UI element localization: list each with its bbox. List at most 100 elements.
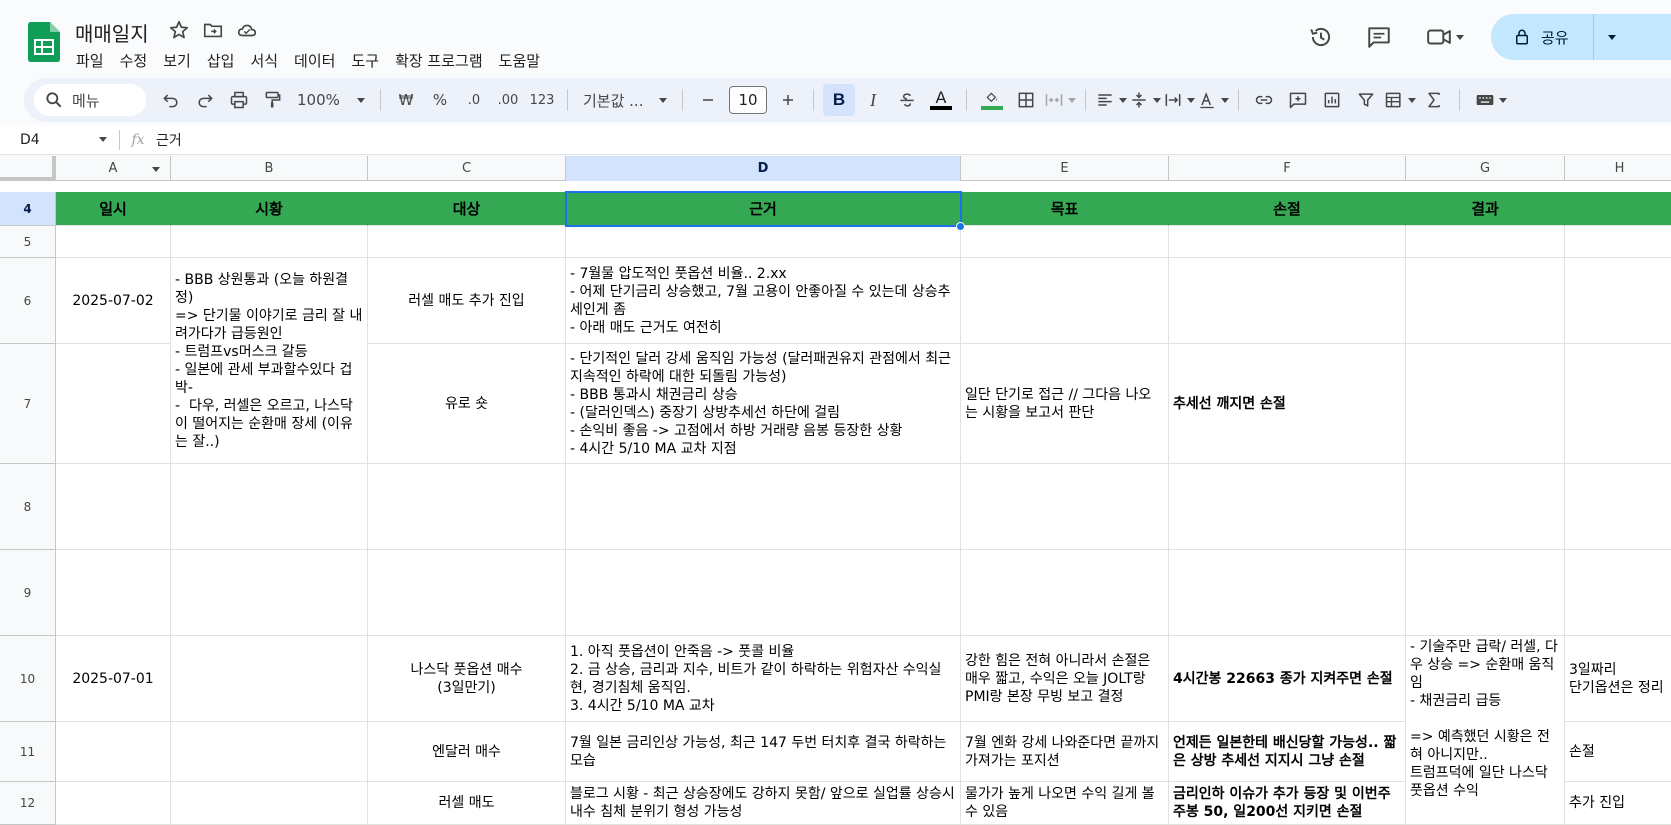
column-a-filter-chevron-icon[interactable] [152, 167, 160, 172]
zoom-select[interactable]: 100% [291, 84, 371, 116]
row-header-6[interactable]: 6 [0, 258, 56, 344]
cell-g5[interactable] [1406, 226, 1565, 258]
cell-h11[interactable]: 손절 [1565, 722, 1671, 782]
name-box[interactable]: D4 [0, 129, 120, 150]
cell-d12[interactable]: 블로그 시황 - 최근 상승장에도 강하지 못함/ 앞으로 실업률 상승시 내수… [566, 782, 961, 825]
text-wrapping-button[interactable] [1163, 84, 1195, 116]
version-history-button[interactable] [1301, 17, 1341, 57]
text-rotation-button[interactable] [1197, 84, 1229, 116]
row-header-4[interactable]: 4 [0, 192, 56, 226]
cell-b5[interactable] [171, 226, 368, 258]
menu-tools[interactable]: 도구 [343, 48, 387, 73]
cell-f10[interactable]: 4시간봉 22663 종가 지켜주면 손절 [1169, 636, 1406, 722]
cell-h9[interactable] [1565, 550, 1671, 636]
cell-f12[interactable]: 금리인하 이슈가 추가 등장 및 이번주 주봉 50, 일200선 지키면 손절 [1169, 782, 1406, 825]
cell-a7[interactable] [56, 344, 171, 464]
cell-a6[interactable]: 2025-07-02 [56, 258, 171, 344]
cloud-saved-icon[interactable] [236, 19, 258, 41]
menu-data[interactable]: 데이터 [286, 48, 343, 73]
merge-cells-button[interactable] [1044, 84, 1076, 116]
redo-button[interactable] [189, 84, 221, 116]
cell-h7[interactable] [1565, 344, 1671, 464]
menu-search[interactable]: 메뉴 [34, 84, 146, 116]
column-header-h[interactable]: H [1565, 156, 1671, 181]
column-header-b[interactable]: B [171, 156, 368, 181]
cell-g7[interactable] [1406, 344, 1565, 464]
cell-h12[interactable]: 추가 진입 [1565, 782, 1671, 825]
cell-b8[interactable] [171, 464, 368, 550]
cell-c10[interactable]: 나스닥 풋옵션 매수 (3일만기) [368, 636, 566, 722]
insert-comment-button[interactable] [1282, 84, 1314, 116]
column-header-f[interactable]: F [1169, 156, 1406, 181]
meet-button[interactable] [1417, 17, 1473, 57]
column-header-a[interactable]: A [56, 156, 171, 181]
cell-d11[interactable]: 7월 일본 금리인상 가능성, 최근 147 두번 터치후 결국 하락하는 모습 [566, 722, 961, 782]
cell-a10[interactable]: 2025-07-01 [56, 636, 171, 722]
table-button[interactable] [1384, 84, 1416, 116]
cell-a11[interactable] [56, 722, 171, 782]
cell-d7[interactable]: - 단기적인 달러 강세 움직임 가능성 (달러패권유지 관점에서 최근지속적인… [566, 344, 961, 464]
row-header-11[interactable]: 11 [0, 722, 56, 782]
insert-chart-button[interactable] [1316, 84, 1348, 116]
cell-f5[interactable] [1169, 226, 1406, 258]
cell-h8[interactable] [1565, 464, 1671, 550]
increase-decimal-button[interactable]: .00 [492, 84, 524, 116]
comments-button[interactable] [1359, 17, 1399, 57]
column-header-e[interactable]: E [961, 156, 1169, 181]
menu-extensions[interactable]: 확장 프로그램 [387, 48, 491, 73]
menu-format[interactable]: 서식 [242, 48, 286, 73]
column-header-c[interactable]: C [368, 156, 566, 181]
bold-button[interactable]: B [823, 84, 855, 116]
italic-button[interactable]: I [857, 84, 889, 116]
select-all-corner[interactable] [0, 156, 56, 181]
font-size-input[interactable]: 10 [729, 86, 767, 114]
functions-button[interactable] [1418, 84, 1450, 116]
cell-b6-merged[interactable]: - BBB 상원통과 (오늘 하원결정) => 단기물 이야기로 금리 잘 내려… [171, 258, 368, 464]
menu-edit[interactable]: 수정 [112, 48, 156, 73]
sheets-logo-icon[interactable] [28, 22, 60, 62]
row-header-10[interactable]: 10 [0, 636, 56, 722]
cell-f8[interactable] [1169, 464, 1406, 550]
cell-h5[interactable] [1565, 226, 1671, 258]
font-size-decrease-button[interactable] [692, 84, 724, 116]
menu-view[interactable]: 보기 [155, 48, 199, 73]
cell-d10[interactable]: 1. 아직 풋옵션이 안죽음 -> 풋콜 비율 2. 금 상승, 금리과 지수,… [566, 636, 961, 722]
cell-e9[interactable] [961, 550, 1169, 636]
horizontal-align-button[interactable] [1095, 84, 1127, 116]
cell-f9[interactable] [1169, 550, 1406, 636]
cell-d5[interactable] [566, 226, 961, 258]
input-tools-button[interactable] [1469, 84, 1513, 116]
header-cell-datetime[interactable]: 일시 [56, 192, 171, 226]
strikethrough-button[interactable] [891, 84, 923, 116]
borders-button[interactable] [1010, 84, 1042, 116]
cell-b11[interactable] [171, 722, 368, 782]
document-title[interactable]: 매매일지 [75, 18, 149, 47]
menu-file[interactable]: 파일 [68, 48, 112, 73]
cell-h6[interactable] [1565, 258, 1671, 344]
header-cell-h[interactable] [1565, 192, 1671, 226]
row-header-12[interactable]: 12 [0, 782, 56, 825]
cell-d8[interactable] [566, 464, 961, 550]
cell-g6[interactable] [1406, 258, 1565, 344]
cell-e11[interactable]: 7월 엔화 강세 나와준다면 끝까지 가져가는 포지션 [961, 722, 1169, 782]
menu-insert[interactable]: 삽입 [199, 48, 243, 73]
row-header-8[interactable]: 8 [0, 464, 56, 550]
row-header-9[interactable]: 9 [0, 550, 56, 636]
cell-b9[interactable] [171, 550, 368, 636]
cell-a12[interactable] [56, 782, 171, 825]
cell-d6[interactable]: - 7월물 압도적인 풋옵션 비율.. 2.xx - 어제 단기금리 상승했고,… [566, 258, 961, 344]
cell-f7[interactable]: 추세선 깨지면 손절 [1169, 344, 1406, 464]
cell-f6[interactable] [1169, 258, 1406, 344]
cell-e6[interactable] [961, 258, 1169, 344]
cell-e12[interactable]: 물가가 높게 나오면 수익 길게 볼 수 있음 [961, 782, 1169, 825]
cell-g10-merged[interactable]: - 기술주만 급락/ 러셀, 다우 상승 => 순환매 움직임 - 채권금리 급… [1406, 636, 1565, 825]
font-size-increase-button[interactable] [772, 84, 804, 116]
cell-b10[interactable] [171, 636, 368, 722]
cell-c12[interactable]: 러셀 매도 [368, 782, 566, 825]
column-header-g[interactable]: G [1406, 156, 1565, 181]
print-button[interactable] [223, 84, 255, 116]
formula-input[interactable]: 근거 [156, 130, 182, 150]
cell-e5[interactable] [961, 226, 1169, 258]
cell-a8[interactable] [56, 464, 171, 550]
header-cell-result[interactable]: 결과 [1406, 192, 1565, 226]
